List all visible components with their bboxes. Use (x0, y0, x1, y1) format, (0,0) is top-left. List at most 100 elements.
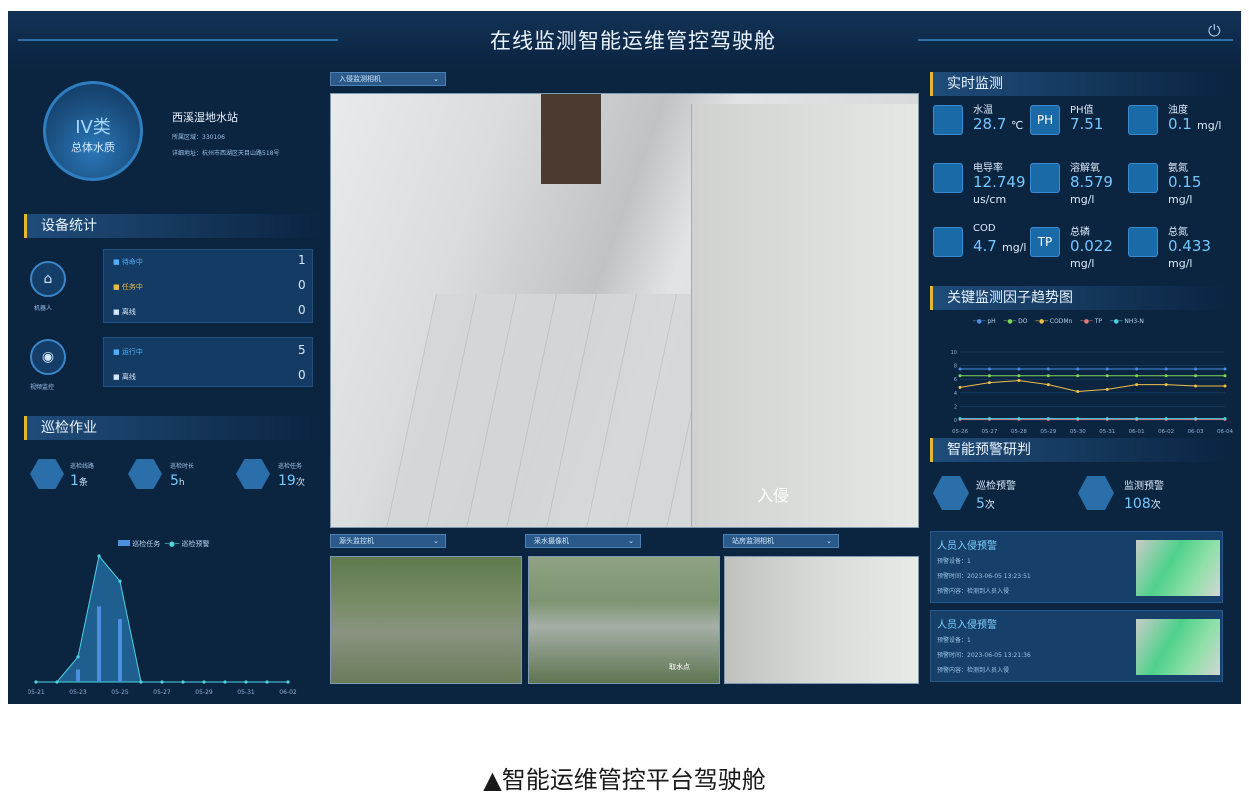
trend-legend-label: DO (1018, 318, 1028, 325)
sub-camera-feed-2[interactable]: 取水点 (528, 556, 720, 684)
video-running-value: 5 (298, 343, 306, 357)
chevron-down-icon: ⌄ (628, 537, 634, 545)
trend-point (1105, 374, 1109, 378)
realtime-label: 总磷 (1070, 227, 1090, 238)
realtime-label: 浊度 (1168, 105, 1188, 116)
station-address: 详细地址：杭州市西湖区天目山路518号 (172, 148, 279, 157)
trend-point (958, 367, 962, 371)
robot-icon[interactable]: ⌂ (30, 261, 66, 297)
thermometer-icon (933, 105, 963, 135)
trend-x-tick: 06-02 (1158, 429, 1174, 435)
realtime-label: 氨氮 (1168, 163, 1188, 174)
robot-standby-value: 1 (298, 253, 306, 267)
address-value: 杭州市西湖区天目山路518号 (202, 150, 280, 157)
trend-point (1076, 367, 1080, 371)
realtime-unit: us/cm (973, 193, 1007, 206)
trend-point (1046, 383, 1050, 387)
alert-thumbnail[interactable] (1136, 540, 1220, 596)
alert-content: 预警内容：检测到人员入侵 (937, 667, 1010, 674)
realtime-unit: mg/l (1070, 193, 1095, 206)
alert-card-2[interactable]: 人员入侵预警 预警设备：1 预警时间：2023-06-05 13:21:36 预… (930, 610, 1223, 682)
trend-point (1223, 367, 1227, 371)
figure-caption: ▲智能运维管控平台驾驶舱 (483, 766, 766, 794)
robot-row-label: 待命中 (121, 258, 143, 266)
warning-inspection-value: 5次 (976, 496, 995, 512)
inspection-tasks-label: 巡检任务 (278, 463, 303, 470)
realtime-label: 溶解氧 (1070, 163, 1100, 174)
trend-x-tick: 05-27 (981, 429, 997, 435)
inspection-warning-point (286, 680, 290, 684)
realtime-label: 水温 (973, 105, 993, 116)
trend-x-tick: 05-29 (1040, 429, 1056, 435)
inspection-task-bar (118, 619, 122, 682)
trend-y-tick: 4 (954, 391, 957, 397)
inspection-duration-label: 巡检时长 (170, 463, 195, 470)
bolt-icon (933, 163, 963, 193)
video-label: 视频监控 (30, 384, 55, 391)
inspection-x-tick: 05-31 (237, 689, 255, 696)
realtime-unit: mg/l (1197, 119, 1222, 132)
inspection-x-tick: 05-27 (153, 689, 171, 696)
sub-camera-name: 站房监测相机 (732, 537, 774, 545)
trend-legend: ─●─ pH ─●─ DO ─●─ CODMn ─●─ TP ─●─ NH3-N (973, 318, 1152, 325)
main-camera-feed[interactable]: 入侵 (330, 93, 919, 528)
chart-monitor-icon (1078, 476, 1114, 510)
drop-icon (1128, 105, 1158, 135)
trend-point (1076, 374, 1080, 378)
robot-row-label: 任务中 (121, 283, 143, 291)
main-camera-name: 入侵监测相机 (339, 75, 381, 83)
clock-icon (128, 459, 162, 489)
trend-point (1017, 417, 1021, 421)
water-class: IV类 (75, 117, 111, 138)
trend-legend-marker: ─●─ (1080, 318, 1095, 325)
trend-point (1046, 374, 1050, 378)
realtime-value: 7.51 (1070, 115, 1104, 133)
sub-camera-select-3[interactable]: 站房监测相机 ⌄ (723, 534, 839, 548)
alert-title: 人员入侵预警 (937, 620, 997, 631)
alert-thumbnail[interactable] (1136, 619, 1220, 675)
chevron-down-icon: ⌄ (433, 75, 439, 83)
trend-x-tick: 05-26 (952, 429, 968, 435)
inspection-x-tick: 05-29 (195, 689, 213, 696)
sub-camera-select-2[interactable]: 采水摄像机 ⌄ (525, 534, 641, 548)
sub-camera-feed-1[interactable] (330, 556, 522, 684)
trend-point (958, 417, 962, 421)
dashboard: 在线监测智能运维管控驾驶舱 ⏻ IV类 总体水质 西溪湿地水站 所属区域：330… (8, 11, 1241, 704)
ph-icon: PH (1030, 105, 1060, 135)
inspection-legend: 巡检任务 ─●─ 巡检预警 (118, 539, 209, 549)
realtime-value: 8.579 (1070, 173, 1113, 191)
warning-monitor-label: 监测预警 (1124, 481, 1164, 492)
power-icon[interactable]: ⏻ (1208, 21, 1226, 40)
inspection-warning-point (76, 655, 80, 659)
alert-card-1[interactable]: 人员入侵预警 预警设备：1 预警时间：2023-06-05 13:23:51 预… (930, 531, 1223, 603)
trend-legend-marker: ─●─ (1003, 318, 1019, 325)
alert-device: 预警设备：1 (937, 558, 971, 565)
robot-row-task: ■ 任务中 (113, 283, 143, 291)
sub-camera-name: 源头监控机 (339, 537, 374, 545)
inspection-task-bar (97, 606, 101, 682)
warning-monitor-number: 108 (1124, 496, 1151, 512)
trend-point (1164, 417, 1168, 421)
sub-camera-feed-3[interactable] (724, 556, 919, 684)
address-label: 详细地址： (172, 150, 203, 157)
sub-camera-overlay-text: 取水点 (669, 663, 690, 671)
main-camera-select[interactable]: 入侵监测相机 ⌄ (330, 72, 446, 86)
duration-unit: h (178, 478, 185, 488)
trend-y-tick: 0 (954, 418, 957, 424)
robot-label: 机器人 (34, 305, 53, 312)
region-value: 330106 (202, 134, 225, 141)
inspection-warning-point (223, 680, 227, 684)
trend-x-tick: 05-31 (1099, 429, 1115, 435)
inspection-chart: 05-21 05-23 05-25 05-27 05-29 05-31 06-02 (28, 554, 297, 696)
inspection-warning-point (202, 680, 206, 684)
inspection-tasks-value: 19次 (278, 473, 305, 489)
warning-inspection-number: 5 (976, 496, 985, 512)
trend-point (1076, 389, 1080, 393)
sub-camera-select-1[interactable]: 源头监控机 ⌄ (330, 534, 446, 548)
alert-time: 预警时间：2023-06-05 13:23:51 (937, 573, 1031, 580)
trend-point (1194, 367, 1198, 371)
video-offline-value: 0 (298, 368, 306, 382)
camera-icon[interactable]: ◉ (30, 339, 66, 375)
trend-point (1194, 384, 1198, 388)
trend-point (958, 374, 962, 378)
